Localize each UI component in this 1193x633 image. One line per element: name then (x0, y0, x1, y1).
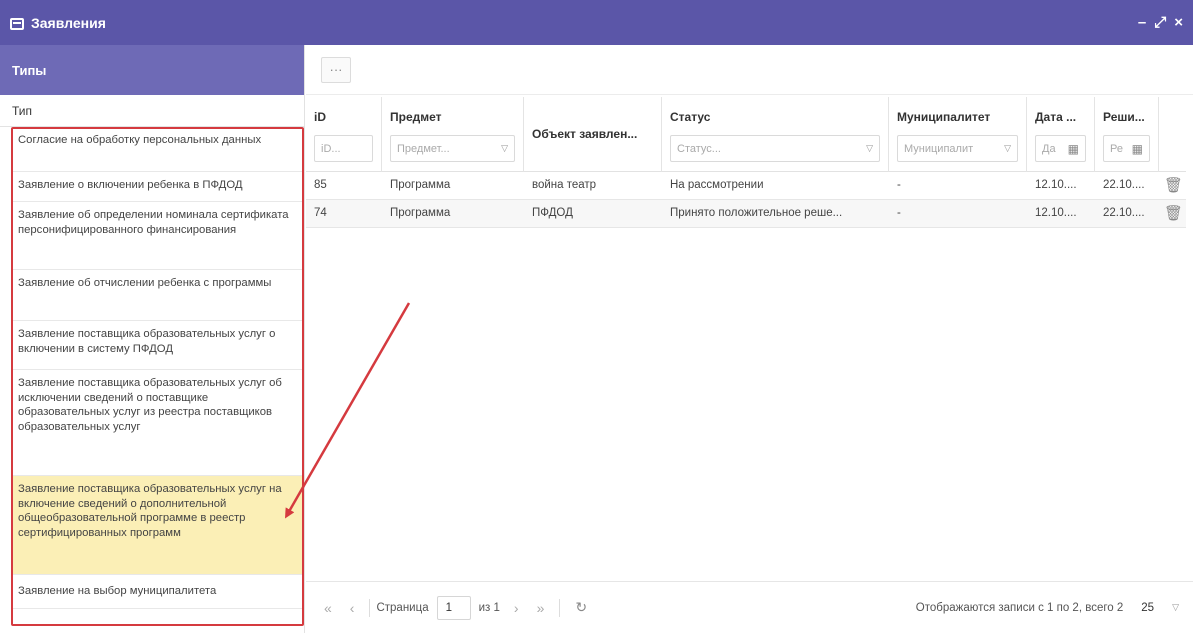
page-size-value: 25 (1141, 601, 1155, 614)
page-number-input[interactable]: 1 (436, 595, 471, 620)
more-actions-button[interactable]: ··· (321, 56, 351, 83)
page-label: Страница (376, 601, 429, 614)
pager-divider (559, 598, 561, 617)
column-decision: Реши... Ре ▦ (1095, 97, 1159, 172)
type-item-selected[interactable]: Заявление поставщика образовательных усл… (11, 476, 303, 575)
type-column-header[interactable]: Тип (0, 95, 304, 127)
trash-icon[interactable]: 🗑 (1164, 204, 1183, 222)
type-item[interactable]: Согласие на обработку персональных данны… (11, 127, 303, 172)
maximize-icon[interactable]: ⤢ (1154, 15, 1166, 30)
column-date-label[interactable]: Дата ... (1035, 110, 1094, 124)
type-item[interactable]: Заявление на выбор муниципалитета (11, 575, 303, 609)
column-subject: Предмет Предмет... ▽ (382, 97, 524, 172)
calendar-icon[interactable]: ▦ (1068, 142, 1079, 156)
chevron-down-icon: ▽ (1172, 602, 1179, 612)
cell-date: 12.10.... (1035, 179, 1077, 191)
type-item[interactable]: Заявление об определении номинала сертиф… (11, 202, 303, 270)
status-filter-select[interactable]: Статус... ▽ (670, 135, 880, 162)
close-icon[interactable]: × (1174, 15, 1183, 30)
cell-subject: Программа (390, 179, 451, 191)
cell-subject: Программа (390, 207, 451, 219)
cell-decision: 22.10.... (1103, 179, 1145, 191)
prev-page-icon[interactable]: ‹ (350, 600, 355, 616)
table-row[interactable]: 85 Программа война театр На рассмотрении… (306, 172, 1186, 200)
cell-id: 85 (314, 179, 327, 191)
grid-header: iD iD... Предмет Предмет... ▽ Объект заяв… (306, 97, 1186, 172)
calendar-icon[interactable]: ▦ (1132, 142, 1143, 156)
subject-filter-select[interactable]: Предмет... ▽ (390, 135, 515, 162)
grid-toolbar: ··· (306, 45, 1193, 95)
pager-divider (369, 598, 371, 617)
window-icon (10, 17, 24, 30)
chevron-down-icon: ▽ (1004, 143, 1011, 153)
cell-decision: 22.10.... (1103, 207, 1145, 219)
types-panel-header: Типы (0, 45, 304, 95)
trash-icon[interactable]: 🗑 (1164, 176, 1183, 194)
cell-municipality: - (897, 179, 901, 191)
date-filter-input[interactable]: Да ▦ (1035, 135, 1086, 162)
municipality-filter-select[interactable]: Муниципалит ▽ (897, 135, 1018, 162)
table-row[interactable]: 74 Программа ПФДОД Принято положительное… (306, 200, 1186, 228)
cell-object: ПФДОД (532, 207, 573, 219)
next-page-icon[interactable]: › (514, 600, 519, 616)
type-list: Согласие на обработку персональных данны… (11, 127, 303, 626)
minimize-icon[interactable]: – (1138, 15, 1146, 30)
type-item[interactable]: Заявление об отчислении ребенка с програ… (11, 270, 303, 321)
cell-id: 74 (314, 207, 327, 219)
refresh-icon[interactable]: ↻ (575, 599, 587, 616)
window-titlebar: Заявления – ⤢ × (0, 0, 1193, 45)
chevron-down-icon: ▽ (866, 143, 873, 153)
column-date: Дата ... Да ▦ (1027, 97, 1095, 172)
column-object-label[interactable]: Объект заявлен... (532, 127, 661, 141)
last-page-icon[interactable]: » (537, 600, 545, 616)
cell-object: война театр (532, 179, 597, 191)
applications-grid-panel: ··· iD iD... Предмет Предмет... ▽ Объект … (306, 45, 1193, 633)
column-subject-label[interactable]: Предмет (390, 110, 523, 124)
cell-status: На рассмотрении (670, 179, 764, 191)
types-panel: Типы Тип Согласие на обработку персональ… (0, 45, 305, 633)
column-decision-label[interactable]: Реши... (1103, 110, 1158, 124)
type-item[interactable]: Заявление поставщика образовательных усл… (11, 370, 303, 476)
first-page-icon[interactable]: « (324, 600, 332, 616)
type-item[interactable]: Заявление поставщика образовательных усл… (11, 321, 303, 370)
applications-grid: iD iD... Предмет Предмет... ▽ Объект заяв… (306, 97, 1186, 228)
page-total-label: из 1 (478, 601, 500, 614)
applications-window: Заявления – ⤢ × Типы Тип Согласие на обр… (0, 0, 1193, 633)
column-id: iD iD... (306, 97, 382, 172)
chevron-down-icon: ▽ (501, 143, 508, 153)
column-object: Объект заявлен... (524, 97, 662, 172)
pagination-bar: « ‹ Страница 1 из 1 › » ↻ Отображаются з… (306, 581, 1193, 633)
cell-status: Принято положительное реше... (670, 207, 843, 219)
page-size-select[interactable]: 25 ▽ (1141, 602, 1179, 614)
cell-date: 12.10.... (1035, 207, 1077, 219)
column-status-label[interactable]: Статус (670, 110, 888, 124)
decision-filter-input[interactable]: Ре ▦ (1103, 135, 1150, 162)
window-controls: – ⤢ × (1138, 15, 1183, 30)
column-status: Статус Статус... ▽ (662, 97, 889, 172)
id-filter-input[interactable]: iD... (314, 135, 373, 162)
column-municipality: Муниципалитет Муниципалит ▽ (889, 97, 1027, 172)
window-title: Заявления (31, 14, 106, 31)
type-item[interactable]: Заявление о включении ребенка в ПФДОД (11, 172, 303, 202)
cell-municipality: - (897, 207, 901, 219)
column-id-label[interactable]: iD (314, 110, 381, 124)
column-municipality-label[interactable]: Муниципалитет (897, 110, 1026, 124)
pager-info: Отображаются записи с 1 по 2, всего 2 (915, 601, 1124, 614)
